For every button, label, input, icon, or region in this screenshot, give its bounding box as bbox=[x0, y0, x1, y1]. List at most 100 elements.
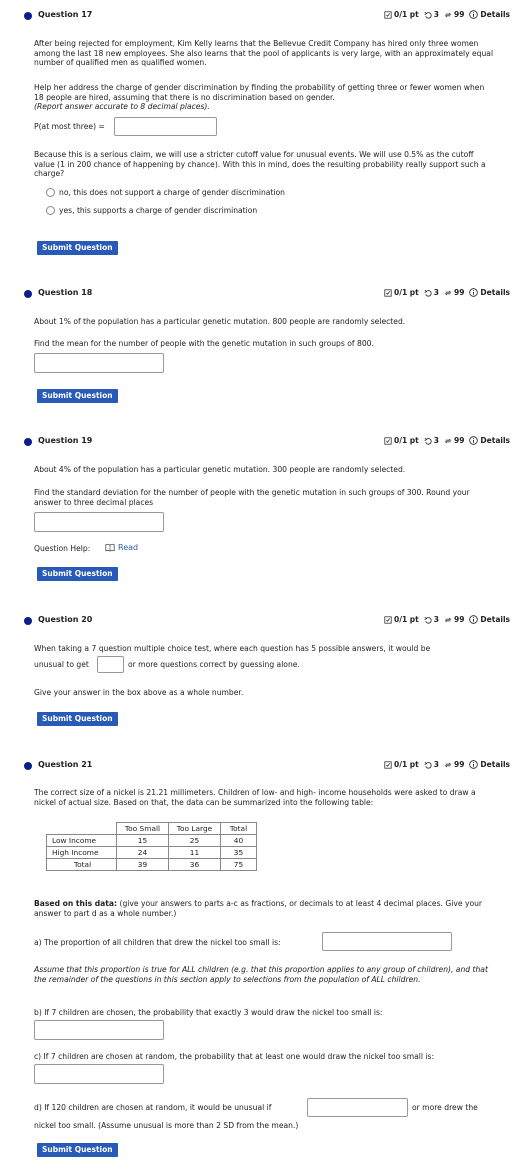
q17-paragraph-3: Because this is a serious claim, we will… bbox=[34, 150, 486, 178]
q21-part-a-input[interactable] bbox=[322, 932, 452, 951]
edit-check-icon bbox=[384, 760, 392, 769]
q20-answer-input[interactable] bbox=[97, 656, 124, 673]
tries-group: 3 bbox=[424, 760, 439, 769]
q21-part-b: b) If 7 children are chosen, the probabi… bbox=[34, 1008, 383, 1017]
q17-paragraph-1: After being rejected for employment, Kim… bbox=[34, 39, 494, 67]
table-cell: 36 bbox=[168, 858, 221, 871]
submit-question-button[interactable]: Submit Question bbox=[37, 389, 118, 403]
score-group: 0/1 pt bbox=[384, 615, 419, 624]
question-status-dot bbox=[24, 12, 32, 20]
q21-instructions: Based on this data: (give your answers t… bbox=[34, 899, 494, 918]
tries-group: 3 bbox=[424, 436, 439, 445]
instructions-bold: Based on this data: bbox=[34, 899, 118, 908]
edit-check-icon bbox=[384, 436, 392, 445]
question-status-dot bbox=[24, 438, 32, 446]
retries-group: 99 bbox=[444, 615, 464, 624]
retry-arrows-icon bbox=[444, 290, 452, 295]
question-meta: 0/1 pt 3 99 Details bbox=[384, 615, 510, 624]
q19-paragraph-1: About 4% of the population has a particu… bbox=[34, 465, 406, 474]
submit-question-button[interactable]: Submit Question bbox=[37, 1143, 118, 1157]
details-link[interactable]: Details bbox=[469, 436, 510, 445]
question-19-header: Question 19 0/1 pt 3 99 Details bbox=[0, 435, 526, 449]
q21-part-a: a) The proportion of all children that d… bbox=[34, 938, 281, 947]
table-row: High Income 24 11 35 bbox=[46, 846, 257, 859]
details-label: Details bbox=[480, 436, 510, 445]
question-title: Question 18 bbox=[38, 288, 93, 297]
q18-paragraph-2: Find the mean for the number of people w… bbox=[34, 339, 374, 348]
row-label: Low Income bbox=[46, 834, 117, 847]
q17-paragraph-2-text: Help her address the charge of gender di… bbox=[34, 83, 485, 102]
edit-check-icon bbox=[384, 288, 392, 297]
row-label: High Income bbox=[46, 846, 117, 859]
retries-count: 99 bbox=[453, 615, 465, 624]
radio-button[interactable] bbox=[46, 188, 55, 197]
q17-prompt: P(at most three) = bbox=[34, 122, 105, 131]
info-icon bbox=[469, 436, 479, 445]
q17-answer-input[interactable] bbox=[114, 117, 217, 136]
q21-part-d-input[interactable] bbox=[307, 1098, 408, 1117]
details-link[interactable]: Details bbox=[469, 10, 510, 19]
details-link[interactable]: Details bbox=[469, 288, 510, 297]
question-title: Question 21 bbox=[38, 760, 93, 769]
retries-group: 99 bbox=[444, 10, 464, 19]
details-link[interactable]: Details bbox=[469, 615, 510, 624]
q17-option-yes[interactable]: yes, this supports a charge of gender di… bbox=[46, 206, 257, 215]
table-cell: 11 bbox=[168, 846, 221, 859]
q18-answer-input[interactable] bbox=[34, 353, 164, 373]
question-status-dot bbox=[24, 290, 32, 298]
q21-part-b-input[interactable] bbox=[34, 1020, 164, 1040]
tries-count: 3 bbox=[433, 615, 439, 624]
submit-question-button[interactable]: Submit Question bbox=[37, 241, 118, 255]
read-label: Read bbox=[118, 543, 139, 552]
read-help-link[interactable]: Read bbox=[105, 543, 138, 552]
q21-part-c-input[interactable] bbox=[34, 1064, 164, 1084]
q21-part-c: c) If 7 children are chosen at random, t… bbox=[34, 1052, 435, 1061]
score-text: 0/1 pt bbox=[394, 436, 419, 445]
tries-count: 3 bbox=[433, 288, 439, 297]
question-18-header: Question 18 0/1 pt 3 99 Details bbox=[0, 287, 526, 301]
question-17-header: Question 17 0/1 pt 3 99 Details bbox=[0, 9, 526, 23]
score-text: 0/1 pt bbox=[394, 760, 419, 769]
retry-arrows-icon bbox=[444, 617, 452, 622]
tries-group: 3 bbox=[424, 615, 439, 624]
question-20-header: Question 20 0/1 pt 3 99 Details bbox=[0, 614, 526, 628]
info-icon bbox=[469, 615, 479, 624]
q17-option-no[interactable]: no, this does not support a charge of ge… bbox=[46, 188, 285, 197]
radio-button[interactable] bbox=[46, 206, 55, 215]
retries-count: 99 bbox=[453, 10, 465, 19]
question-meta: 0/1 pt 3 99 Details bbox=[384, 760, 510, 769]
question-title: Question 20 bbox=[38, 615, 93, 624]
q18-paragraph-1: About 1% of the population has a particu… bbox=[34, 317, 406, 326]
q19-paragraph-2: Find the standard deviation for the numb… bbox=[34, 488, 470, 507]
tries-group: 3 bbox=[424, 10, 439, 19]
question-status-dot bbox=[24, 762, 32, 770]
table-header: Total bbox=[220, 822, 257, 835]
table-row: Low Income 15 25 40 bbox=[46, 834, 257, 847]
q21-part-d-3: nickel too small. (Assume unusual is mor… bbox=[34, 1121, 299, 1130]
tries-count: 3 bbox=[433, 760, 439, 769]
details-label: Details bbox=[480, 760, 510, 769]
details-label: Details bbox=[480, 10, 510, 19]
submit-question-button[interactable]: Submit Question bbox=[37, 712, 118, 726]
table-cell: 25 bbox=[168, 834, 221, 847]
undo-icon bbox=[424, 11, 432, 19]
undo-icon bbox=[424, 289, 432, 297]
table-row: Total 39 36 75 bbox=[46, 858, 257, 871]
score-group: 0/1 pt bbox=[384, 760, 419, 769]
details-label: Details bbox=[480, 288, 510, 297]
table-cell: 40 bbox=[220, 834, 257, 847]
retries-group: 99 bbox=[444, 760, 464, 769]
q19-answer-input[interactable] bbox=[34, 512, 164, 532]
info-icon bbox=[469, 10, 479, 19]
question-meta: 0/1 pt 3 99 Details bbox=[384, 288, 510, 297]
submit-question-button[interactable]: Submit Question bbox=[37, 567, 118, 581]
score-text: 0/1 pt bbox=[394, 10, 419, 19]
table-cell: 75 bbox=[220, 858, 257, 871]
row-label: Total bbox=[46, 858, 117, 871]
details-link[interactable]: Details bbox=[469, 760, 510, 769]
question-meta: 0/1 pt 3 99 Details bbox=[384, 436, 510, 445]
info-icon bbox=[469, 760, 479, 769]
q21-paragraph-1: The correct size of a nickel is 21.21 mi… bbox=[34, 788, 476, 807]
q20-line-2b: or more questions correct by guessing al… bbox=[128, 660, 300, 669]
undo-icon bbox=[424, 616, 432, 624]
